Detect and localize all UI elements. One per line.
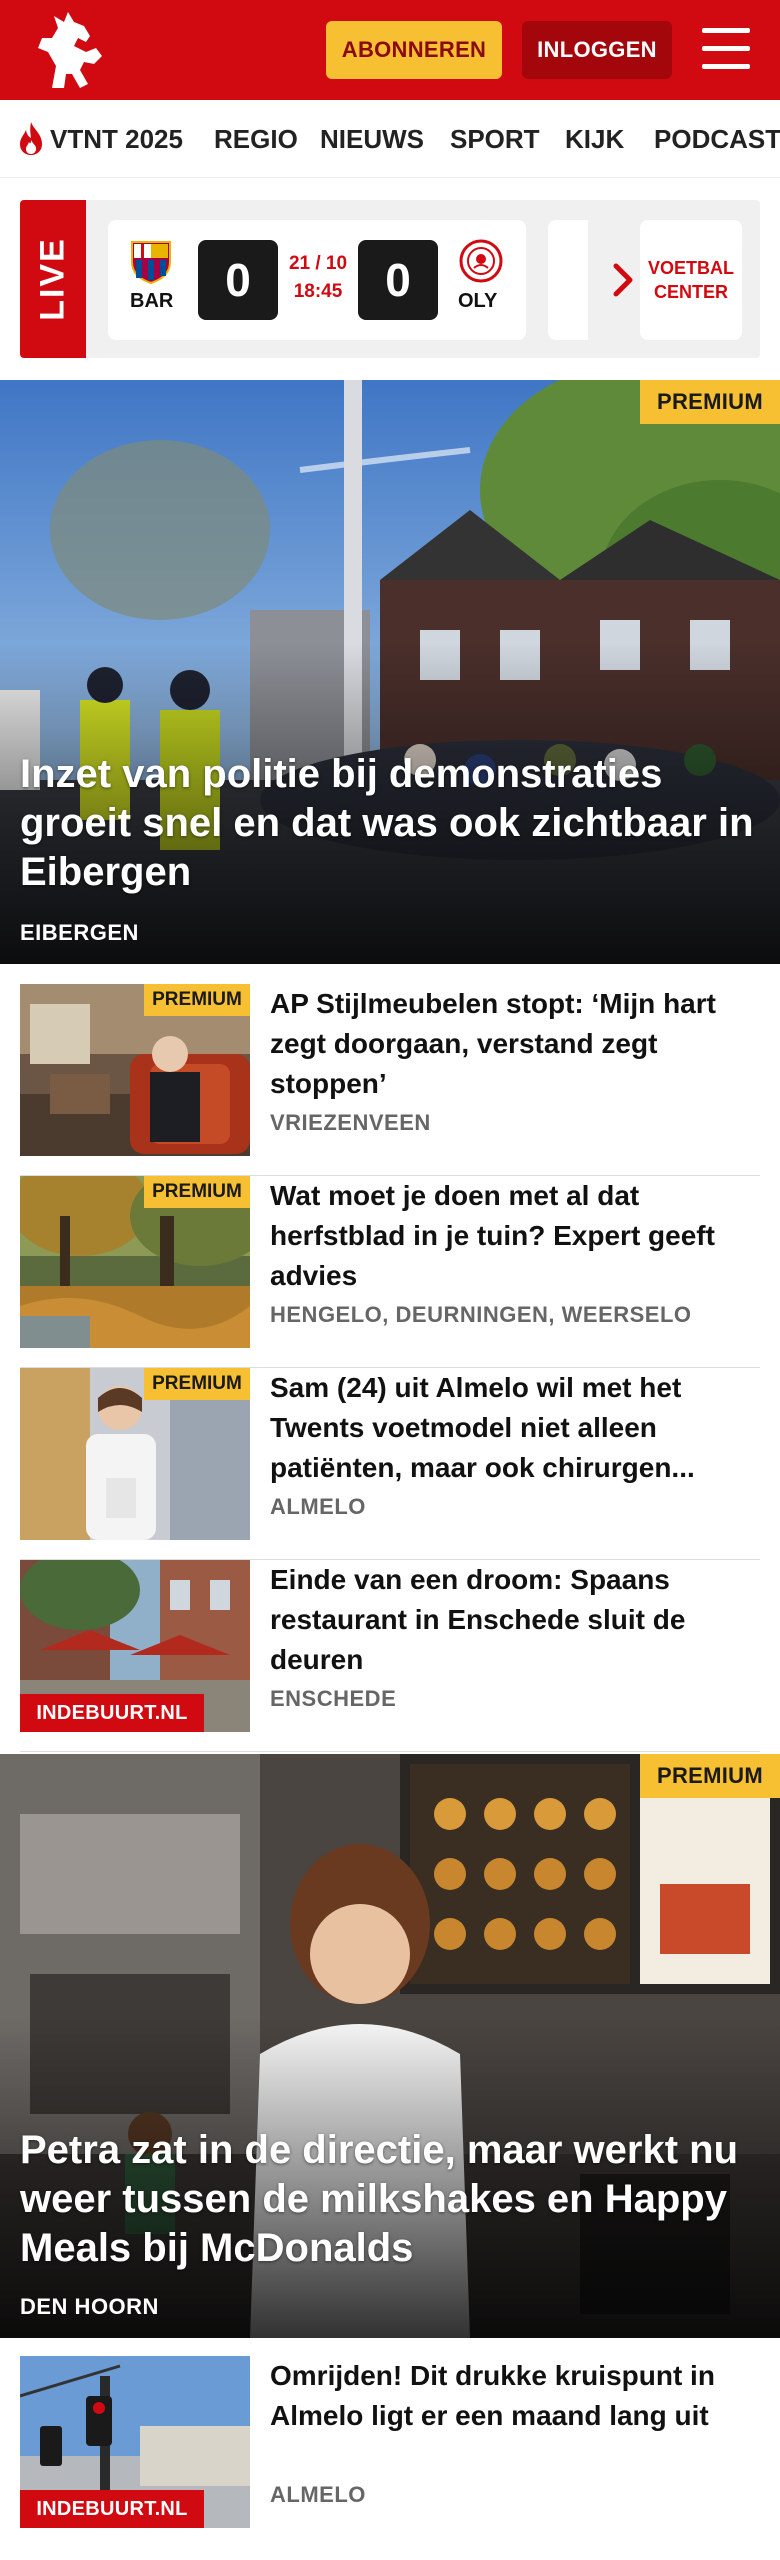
article-thumbnail: PREMIUM — [20, 1368, 250, 1540]
home-score: 0 — [198, 240, 278, 320]
flame-icon — [20, 122, 42, 155]
article-location: ENSCHEDE — [270, 1686, 397, 1711]
home-team-name: BAR — [130, 290, 174, 312]
article-title[interactable]: Sam (24) uit Almelo wil met het Twents v… — [270, 1368, 750, 1488]
article-thumbnail: PREMIUM — [20, 1176, 250, 1348]
match-card[interactable]: BAR 0 21 / 10 18:45 0 OLY — [108, 220, 526, 340]
hero-location: DEN HOORN — [20, 2294, 159, 2319]
article-location: HENGELO, DEURNINGEN, WEERSELO — [270, 1302, 692, 1327]
premium-badge: PREMIUM — [640, 1754, 780, 1798]
article-thumbnail: INDEBUURT.NL — [20, 1560, 250, 1732]
live-tab[interactable]: LIVE — [20, 200, 86, 358]
premium-badge: PREMIUM — [144, 984, 250, 1016]
nav-item-kijk[interactable]: KIJK — [565, 124, 624, 155]
nav-item-regio[interactable]: REGIO — [214, 124, 298, 155]
list-item[interactable]: INDEBUURT.NL Omrijden! Dit drukke kruisp… — [20, 2356, 760, 2548]
hero-location: EIBERGEN — [20, 920, 139, 945]
article-title[interactable]: AP Stijlmeubelen stopt: ‘Mijn hart zegt … — [270, 984, 750, 1104]
list-item[interactable]: PREMIUM AP Stijlmeubelen stopt: ‘Mijn ha… — [20, 984, 760, 1176]
voetbal-center-link[interactable]: VOETBAL CENTER — [640, 220, 742, 340]
live-scores-bar: LIVE BAR 0 21 / 10 18:45 0 OLY VOETBAL C — [20, 200, 760, 358]
next-match-card[interactable] — [548, 220, 588, 340]
login-button[interactable]: INLOGGEN — [522, 21, 672, 79]
site-header: ABONNEREN INLOGGEN — [0, 0, 780, 100]
hamburger-menu-icon[interactable] — [702, 28, 750, 70]
match-time: 18:45 — [293, 281, 343, 302]
article-thumbnail: INDEBUURT.NL — [20, 2356, 250, 2528]
article-title[interactable]: Einde van een droom: Spaans restaurant i… — [270, 1560, 750, 1680]
hero-headline[interactable]: Petra zat in de directie, maar werkt nu … — [20, 2126, 760, 2273]
article-title[interactable]: Wat moet je doen met al dat herfstblad i… — [270, 1176, 750, 1296]
hero-article-eibergen[interactable]: PREMIUM Inzet van politie bij demonstrat… — [0, 380, 780, 964]
article-location: VRIEZENVEEN — [270, 1110, 431, 1135]
nav-item-nieuws[interactable]: NIEUWS — [320, 124, 424, 155]
partner-badge: INDEBUURT.NL — [20, 2490, 204, 2528]
hero-headline[interactable]: Inzet van politie bij demonstraties groe… — [20, 750, 760, 897]
live-label: LIVE — [33, 237, 72, 321]
barcelona-crest-icon — [131, 241, 171, 284]
chevron-right-icon[interactable] — [608, 260, 638, 300]
nav-item-podcast[interactable]: PODCAST — [654, 124, 780, 155]
subscribe-button[interactable]: ABONNEREN — [326, 21, 502, 79]
match-date: 21 / 10 — [288, 253, 348, 274]
list-item[interactable]: PREMIUM Wat moet je doen met al dat herf… — [20, 1176, 760, 1368]
premium-badge: PREMIUM — [144, 1368, 250, 1400]
hero-article-den-hoorn[interactable]: PREMIUM Petra zat in de directie, maar w… — [0, 1754, 780, 2338]
premium-badge: PREMIUM — [144, 1176, 250, 1208]
list-item[interactable]: INDEBUURT.NL Einde van een droom: Spaans… — [20, 1560, 760, 1752]
article-title[interactable]: Omrijden! Dit drukke kruispunt in Almelo… — [270, 2356, 750, 2436]
article-location: ALMELO — [270, 2482, 366, 2507]
nav-item-vtnt-2025[interactable]: VTNT 2025 — [50, 124, 183, 155]
partner-badge: INDEBUURT.NL — [20, 1694, 204, 1732]
away-score: 0 — [358, 240, 438, 320]
premium-badge: PREMIUM — [640, 380, 780, 424]
article-thumbnail: PREMIUM — [20, 984, 250, 1156]
away-team-name: OLY — [458, 290, 498, 312]
olympiacos-crest-icon — [459, 239, 503, 283]
article-location: ALMELO — [270, 1494, 366, 1519]
list-item[interactable]: PREMIUM Sam (24) uit Almelo wil met het … — [20, 1368, 760, 1560]
nav-item-sport[interactable]: SPORT — [450, 124, 540, 155]
main-navigation: VTNT 2025 REGIO NIEUWS SPORT KIJK PODCAS… — [0, 100, 780, 178]
horse-logo-icon[interactable] — [30, 8, 110, 92]
match-datetime: 21 / 10 18:45 — [286, 250, 350, 306]
